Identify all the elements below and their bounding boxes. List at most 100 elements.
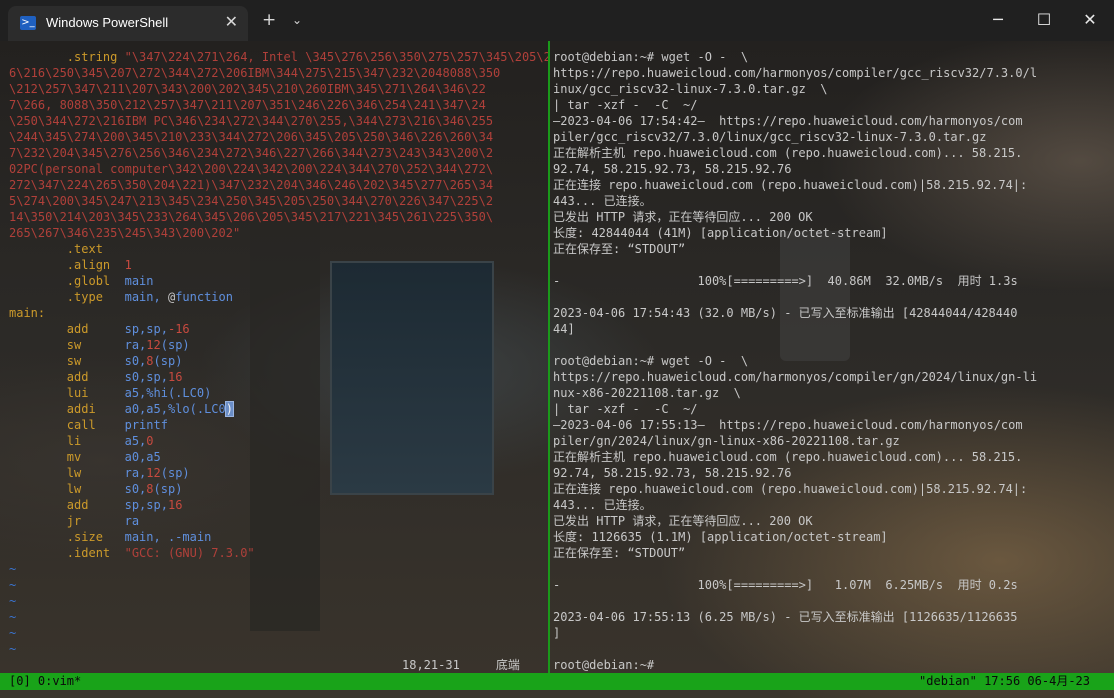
vim-line: .type main, @function [9,289,233,305]
number: 8 [146,482,154,496]
string-literal: 5\274\200\345\247\213\345\234\250\345\20… [9,194,494,208]
string-literal: 7\266, 8088\350\212\257\347\211\207\351\… [9,98,486,112]
string-literal: \250\344\272\216IBM PC\346\234\272\344\2… [9,114,494,128]
vim-line: li a5,0 [9,433,154,449]
vim-line: add s0,sp,16 [9,369,183,385]
shell-pane[interactable]: root@debian:~# wget -O - \ https://repo.h… [550,41,1114,673]
vim-line: add sp,sp,16 [9,497,183,513]
number: 0 [146,434,154,448]
powershell-icon: >_ [20,16,36,30]
operand: main [110,274,154,288]
new-tab-icon[interactable]: + [262,11,276,29]
shell-line: 443... 已连接。 [553,498,652,512]
vim-line: sw ra,12(sp) [9,337,190,353]
label: main: [9,306,46,320]
window-close-icon[interactable]: ✕ [1076,10,1104,30]
shell-line: piler/gn/2024/linux/gn-linux-x86-2022110… [553,434,900,448]
shell-line: inux/gcc_riscv32-linux-7.3.0.tar.gz \ [553,82,828,96]
operand: (sp) [153,354,183,368]
string-literal: \244\345\274\200\345\210\233\344\272\206… [9,130,494,144]
shell-line: - 100%[=========>] 40.86M 32.0MB/s 用时 1.… [553,274,1018,288]
number: 8 [146,354,154,368]
vim-empty-line: ~ [9,641,16,657]
vim-pane[interactable]: .string "\347\224\271\264, Intel \345\27… [0,41,548,673]
operand: (sp) [153,482,183,496]
vim-line: 6\216\250\345\207\272\344\272\206IBM\344… [9,65,500,81]
vim-line: 272\347\224\265\350\204\221)\347\232\204… [9,177,493,193]
vim-cursor: ) [224,401,235,417]
vim-line: call printf [9,417,168,433]
vim-line: mv a0,a5 [9,449,161,465]
string-literal: \212\257\347\211\207\343\200\202\345\210… [9,82,486,96]
mnemonic: sw [66,338,82,352]
maximize-icon[interactable]: ☐ [1030,10,1058,30]
shell-line: 长度: 42844044 (41M) [application/octet-st… [553,226,888,240]
operand: a5, [124,434,147,448]
vim-line: addi a0,a5,%lo(.LC0) [9,401,235,417]
shell-line: 正在解析主机 repo.huaweicloud.com (repo.huawei… [553,146,1023,160]
minimize-icon[interactable]: ─ [984,10,1012,30]
number: 1 [124,258,132,272]
tab-windows-powershell[interactable]: >_ Windows PowerShell ✕ [8,6,248,41]
number: 16 [167,370,183,384]
tilde-marker: ~ [9,642,17,656]
mnemonic: mv [66,450,82,464]
operand: ra, [124,466,147,480]
mnemonic: lw [66,466,82,480]
close-tab-icon[interactable]: ✕ [225,12,238,31]
tilde-marker: ~ [9,578,17,592]
terminal-area[interactable]: .string "\347\224\271\264, Intel \345\27… [0,41,1114,698]
shell-line: piler/gcc_riscv32/7.3.0/linux/gcc_riscv3… [553,130,987,144]
shell-line: 92.74, 58.215.92.73, 58.215.92.76 [553,466,792,480]
vim-line: \250\344\272\216IBM PC\346\234\272\344\2… [9,113,493,129]
tilde-marker: ~ [9,626,17,640]
vim-line: 7\266, 8088\350\212\257\347\211\207\351\… [9,97,486,113]
operand: (sp) [160,466,190,480]
operand: a0,a5,%lo(.LC0 [124,402,226,416]
string-literal: 6\216\250\345\207\272\344\272\206IBM\344… [9,66,501,80]
shell-line: 正在连接 repo.huaweicloud.com (repo.huaweicl… [553,178,1028,192]
vim-line: 7\232\204\345\276\256\346\234\272\346\22… [9,145,493,161]
operand: s0, [124,482,147,496]
directive: .align [66,258,111,272]
directive: .string [66,50,118,64]
number: 12 [146,338,161,352]
number: -16 [167,322,190,336]
shell-line: 92.74, 58.215.92.73, 58.215.92.76 [553,162,792,176]
string-literal: "GCC: (GNU) 7.3.0" [110,546,255,560]
shell-line: 2023-04-06 17:54:43 (32.0 MB/s) - 已写入至标准… [553,306,1018,320]
vim-line: .align 1 [9,257,132,273]
directive: .text [66,242,103,256]
vim-line: .ident "GCC: (GNU) 7.3.0" [9,545,255,561]
vim-empty-line: ~ [9,577,16,593]
tmux-status-bar: [0] 0:vim* "debian" 17:56 06-4月-23 [0,673,1114,690]
shell-line: 正在保存至: “STDOUT” [553,242,686,256]
operand: a0,a5 [124,450,161,464]
tmux-window-list[interactable]: [0] 0:vim* [9,673,81,690]
shell-line: | tar -xzf - -C ~/ [553,98,698,112]
vim-line: lw s0,8(sp) [9,481,183,497]
shell-line: 44] [553,322,575,336]
chevron-down-icon[interactable]: ⌄ [292,13,302,27]
string-literal: 02PC(personal computer\342\200\224\342\2… [9,162,494,176]
shell-line: nux-x86-20221108.tar.gz \ [553,386,741,400]
mnemonic: add [66,498,89,512]
